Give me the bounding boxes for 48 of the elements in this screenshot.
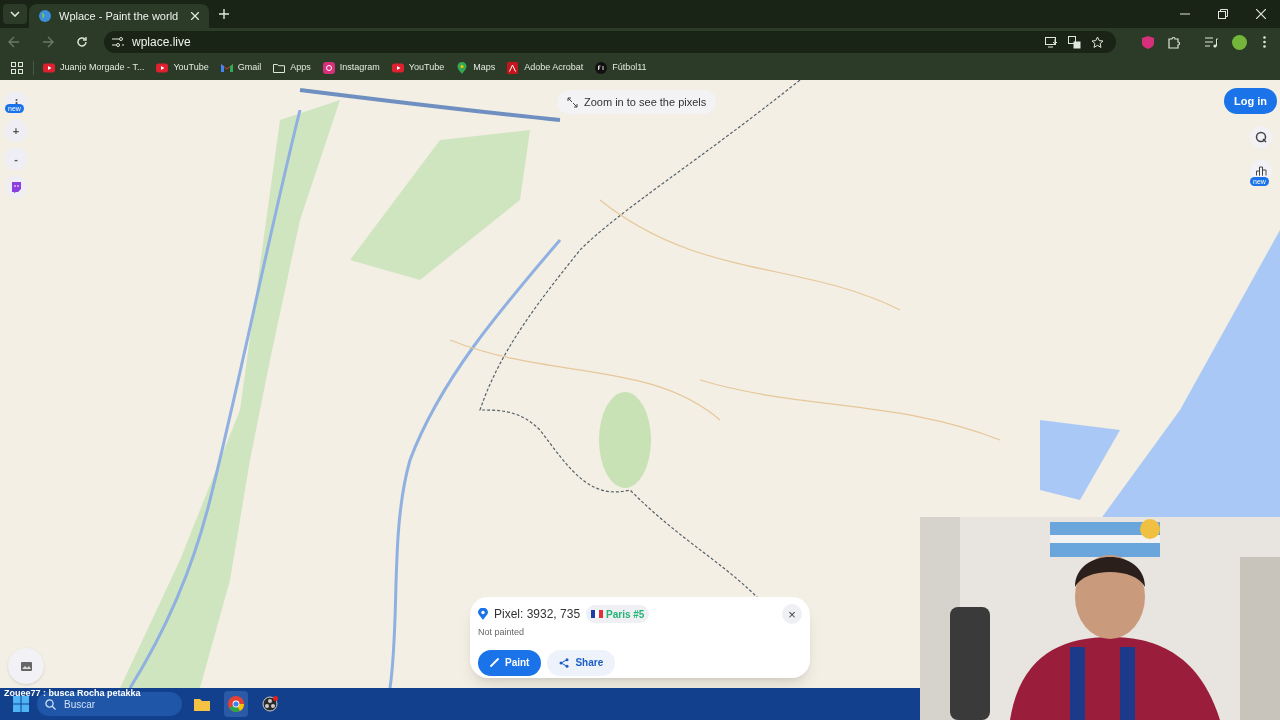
search-icon <box>45 698 56 710</box>
apps-grid-icon[interactable] <box>11 62 23 74</box>
more-vertical-icon[interactable] <box>1263 36 1266 48</box>
forward-icon[interactable] <box>42 36 54 48</box>
bookmark[interactable]: Juanjo Morgade - T... <box>40 58 148 78</box>
bookmark[interactable]: Adobe Acrobat <box>504 58 587 78</box>
obs-icon[interactable] <box>262 696 278 712</box>
install-app-icon[interactable] <box>1045 36 1058 48</box>
tab-title: Wplace - Paint the world <box>59 8 180 24</box>
reload-icon[interactable] <box>76 36 88 48</box>
bookmark[interactable]: Fútbol11 <box>592 58 650 78</box>
bookmark[interactable]: YouTube <box>388 58 448 78</box>
url-text: wplace.live <box>132 34 191 51</box>
file-explorer-icon[interactable] <box>194 697 210 711</box>
bookmark[interactable]: YouTube <box>153 58 212 78</box>
bookmark[interactable]: Apps <box>270 58 314 78</box>
puzzle-icon[interactable] <box>1168 35 1181 49</box>
address-bar[interactable]: wplace.live <box>104 31 1116 53</box>
translate-icon[interactable] <box>1068 35 1081 49</box>
camera-icon <box>322 62 335 74</box>
restore-icon[interactable] <box>1218 9 1228 19</box>
chrome-icon <box>228 696 244 712</box>
document-icon <box>507 62 520 74</box>
bookmark[interactable]: Instagram <box>319 58 383 78</box>
circle-logo-icon <box>595 62 608 74</box>
chevron-down-icon <box>10 11 20 17</box>
star-icon[interactable] <box>1091 35 1104 49</box>
close-tab-icon[interactable] <box>191 12 199 20</box>
browser-tab[interactable]: Wplace - Paint the world <box>29 4 209 28</box>
windows-start-icon[interactable] <box>13 696 29 712</box>
bookmark[interactable]: Maps <box>453 58 499 78</box>
tab-list-button[interactable] <box>3 4 27 24</box>
folder-icon <box>273 62 286 74</box>
play-icon <box>43 62 55 74</box>
shield-extension-icon[interactable] <box>1142 35 1154 49</box>
profile-avatar[interactable] <box>1232 34 1247 50</box>
globe-icon <box>39 10 51 22</box>
play-icon <box>391 62 404 74</box>
close-icon[interactable] <box>1256 9 1266 19</box>
media-playlist-icon[interactable] <box>1205 36 1218 48</box>
chrome-taskbar-button[interactable] <box>224 691 248 717</box>
bookmark[interactable]: Gmail <box>217 58 265 78</box>
back-icon[interactable] <box>8 36 20 48</box>
plus-icon <box>219 9 229 19</box>
map-pin-icon <box>456 62 469 74</box>
play-icon <box>156 62 169 74</box>
envelope-icon <box>220 62 233 74</box>
site-settings-icon[interactable] <box>112 37 124 47</box>
